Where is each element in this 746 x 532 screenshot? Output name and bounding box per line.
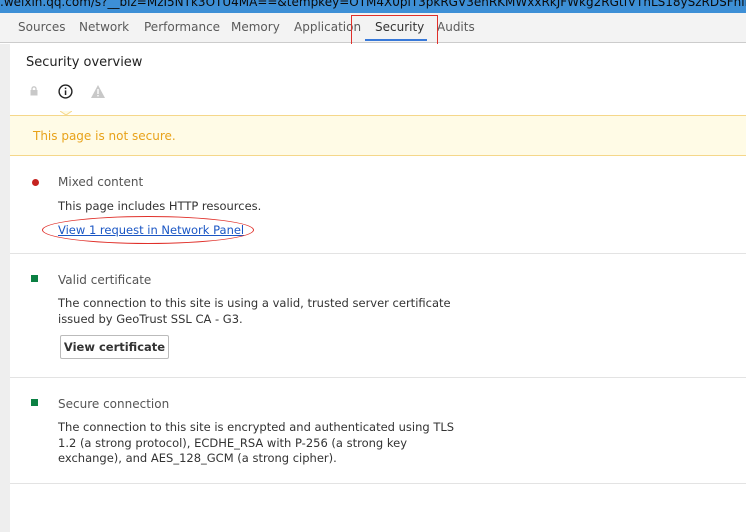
annotation-ellipse — [42, 216, 254, 244]
info-icon[interactable] — [58, 84, 73, 99]
url-text: .weixin.qq.com/s?__biz=MzI5NTk3OTU4MA==&… — [0, 0, 746, 9]
section-title: Mixed content — [58, 175, 144, 189]
section-title: Valid certificate — [58, 273, 152, 287]
section-description: The connection to this site is using a v… — [58, 296, 451, 326]
panel-empty-area — [10, 484, 746, 532]
tab-sources[interactable]: Sources — [18, 20, 65, 34]
tab-audits[interactable]: Audits — [437, 20, 475, 34]
insecure-status-dot — [32, 179, 39, 186]
view-certificate-button[interactable]: View certificate — [60, 335, 169, 359]
secure-status-dot — [31, 275, 38, 282]
insecure-banner: This page is not secure. — [10, 115, 746, 156]
left-gutter — [0, 44, 10, 532]
section-description: This page includes HTTP resources. — [58, 199, 262, 213]
valid-certificate-section: Valid certificate The connection to this… — [10, 254, 746, 378]
section-title: Secure connection — [58, 397, 170, 411]
secure-connection-section: Secure connection The connection to this… — [10, 378, 746, 484]
page-title: Security overview — [26, 55, 143, 70]
tab-performance[interactable]: Performance — [144, 20, 220, 34]
tab-network[interactable]: Network — [79, 20, 129, 34]
secure-status-dot — [31, 399, 38, 406]
warning-icon[interactable] — [90, 84, 106, 99]
section-description: The connection to this site is encrypted… — [58, 420, 455, 465]
lock-icon[interactable] — [29, 86, 39, 96]
banner-text: This page is not secure. — [33, 129, 176, 143]
tab-memory[interactable]: Memory — [231, 20, 280, 34]
address-bar-fragment: .weixin.qq.com/s?__biz=MzI5NTk3OTU4MA==&… — [0, 0, 746, 13]
